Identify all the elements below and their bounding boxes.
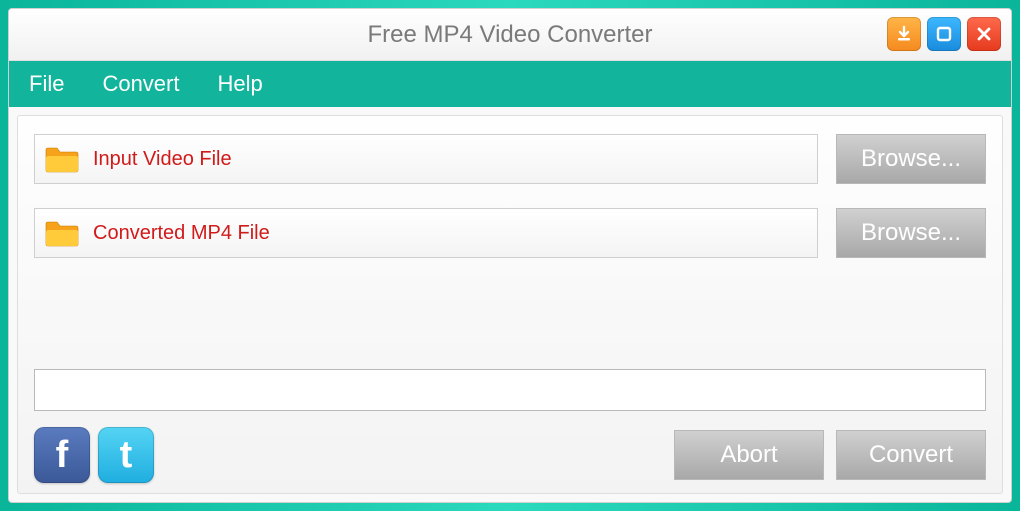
download-button[interactable] xyxy=(887,17,921,51)
menubar: File Convert Help xyxy=(9,61,1011,107)
input-file-label: Input Video File xyxy=(93,148,232,171)
folder-icon xyxy=(45,219,79,247)
twitter-button[interactable]: t xyxy=(98,427,154,483)
folder-icon xyxy=(45,145,79,173)
output-file-field[interactable]: Converted MP4 File xyxy=(34,208,818,258)
titlebar: Free MP4 Video Converter xyxy=(9,9,1011,61)
download-icon xyxy=(895,25,913,43)
menu-file[interactable]: File xyxy=(29,71,64,97)
maximize-icon xyxy=(935,25,953,43)
twitter-icon: t xyxy=(120,434,133,477)
app-title: Free MP4 Video Converter xyxy=(21,21,999,49)
maximize-button[interactable] xyxy=(927,17,961,51)
browse-input-button[interactable]: Browse... xyxy=(836,134,986,184)
window-controls xyxy=(887,17,1001,51)
spacer xyxy=(34,282,986,369)
facebook-button[interactable]: f xyxy=(34,427,90,483)
actions: Abort Convert xyxy=(674,430,986,480)
input-file-field[interactable]: Input Video File xyxy=(34,134,818,184)
progress-bar xyxy=(34,369,986,411)
browse-output-button[interactable]: Browse... xyxy=(836,208,986,258)
close-button[interactable] xyxy=(967,17,1001,51)
close-icon xyxy=(975,25,993,43)
facebook-icon: f xyxy=(56,434,69,477)
abort-button[interactable]: Abort xyxy=(674,430,824,480)
menu-convert[interactable]: Convert xyxy=(102,71,179,97)
content-area: Input Video File Browse... Converted MP4… xyxy=(17,115,1003,494)
input-row: Input Video File Browse... xyxy=(34,134,986,184)
bottom-bar: f t Abort Convert xyxy=(34,427,986,483)
output-row: Converted MP4 File Browse... xyxy=(34,208,986,258)
app-window: Free MP4 Video Converter xyxy=(0,0,1020,511)
menu-help[interactable]: Help xyxy=(218,71,263,97)
output-file-label: Converted MP4 File xyxy=(93,222,270,245)
app-inner: Free MP4 Video Converter xyxy=(8,8,1012,503)
convert-button[interactable]: Convert xyxy=(836,430,986,480)
